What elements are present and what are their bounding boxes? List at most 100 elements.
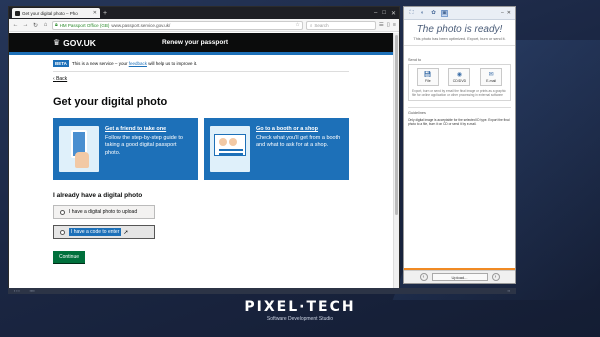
search-placeholder: Search: [314, 22, 329, 28]
send-cd-label: CD/DVD: [452, 79, 467, 83]
brand-logo: PIXEL·TECH: [244, 299, 356, 315]
search-input[interactable]: ⌕ Search: [305, 20, 376, 30]
guidelines-label: Guidelines: [408, 111, 426, 116]
close-window-icon[interactable]: ✕: [391, 10, 396, 17]
app-header: The photo is ready! This photo has been …: [404, 20, 515, 46]
window-controls: – □ ✕: [374, 10, 396, 17]
photo-options-cards: Get a friend to take one Follow the step…: [53, 118, 349, 180]
page-scrollbar[interactable]: [393, 33, 399, 291]
send-to-label: Send to: [408, 58, 422, 62]
new-tab-icon[interactable]: +: [103, 10, 107, 17]
back-link-label: Back: [56, 76, 68, 82]
close-tab-icon[interactable]: ✕: [93, 10, 97, 16]
option-enter-code[interactable]: I have a code to enter ➚: [53, 225, 155, 239]
feedback-link[interactable]: feedback: [129, 61, 147, 66]
send-to-box: 💾︎ File ◉ CD/DVD ✉ E-mail Export, burn o…: [408, 64, 511, 102]
close-window-icon[interactable]: ✕: [507, 10, 511, 16]
export-icon[interactable]: ▣: [441, 9, 448, 17]
send-cd-button[interactable]: ◉ CD/DVD: [448, 68, 471, 86]
continue-button[interactable]: Continue: [53, 251, 85, 263]
beta-text: This is a new service – your feedback wi…: [72, 61, 197, 66]
brand-subtitle: Software Development Studio: [266, 316, 334, 322]
beta-tag: BETA: [53, 60, 69, 67]
sidebar-icon[interactable]: ▯: [387, 22, 390, 28]
enhance-icon[interactable]: ✿: [430, 10, 437, 17]
send-note: Export, burn or send by email the final …: [412, 89, 506, 98]
minimize-icon[interactable]: –: [501, 10, 504, 16]
browser-window: Get your digital photo – Pho ✕ + – □ ✕ ←…: [8, 6, 400, 292]
guidelines-box: Guidelines Only digital image is accepta…: [408, 107, 511, 195]
guidelines-text: Only digital image is acceptable for the…: [408, 118, 510, 127]
taskbar-tray: ▪▪: [507, 289, 510, 293]
upload-button[interactable]: Upload...: [431, 273, 488, 281]
url-organization: HM Passport Office (GB): [59, 22, 110, 28]
main-content: BETA This is a new service – your feedba…: [9, 55, 393, 263]
tab-bar: Get your digital photo – Pho ✕ + – □ ✕: [9, 7, 399, 19]
web-page: ♛ GOV.UK Renew your passport BETA This i…: [9, 33, 393, 291]
card-friend-text: Follow the step-by-step guide to taking …: [105, 135, 183, 156]
minimize-icon[interactable]: –: [374, 10, 377, 17]
crown-icon: ♛: [53, 38, 61, 47]
maximize-icon[interactable]: □: [382, 10, 386, 17]
card-booth[interactable]: Go to a booth or a shop Check what you'l…: [204, 118, 349, 180]
navigation-bar: ← → ↻ ⌂ 🔒︎ HM Passport Office (GB) www.p…: [9, 19, 399, 32]
adjust-icon[interactable]: ◐: [419, 10, 426, 17]
option-upload-label: I have a digital photo to upload: [69, 209, 138, 215]
app-title: The photo is ready!: [416, 24, 503, 35]
app-window-controls: – ✕: [501, 10, 511, 16]
home-icon[interactable]: ⌂: [42, 22, 49, 28]
reload-icon[interactable]: ↻: [32, 22, 39, 29]
library-icon[interactable]: ☰: [379, 22, 384, 28]
card-friend-link[interactable]: Get a friend to take one: [105, 126, 192, 132]
app-footer: ‹ Upload... ›: [404, 270, 515, 283]
beta-banner: BETA This is a new service – your feedba…: [53, 60, 349, 72]
page-title: Get your digital photo: [53, 96, 168, 108]
next-step-icon[interactable]: ›: [491, 273, 500, 281]
back-link[interactable]: ‹ Back: [53, 76, 67, 82]
option-code-label: I have a code to enter: [69, 228, 122, 236]
send-file-label: File: [425, 79, 431, 83]
address-bar[interactable]: 🔒︎ HM Passport Office (GB) www.passport.…: [52, 20, 303, 30]
browser-tab[interactable]: Get your digital photo – Pho ✕: [12, 8, 100, 18]
menu-icon[interactable]: ≡: [393, 22, 396, 28]
back-arrow-icon[interactable]: ←: [12, 22, 19, 28]
photo-app-panel: ⛶ ◐ ✿ ▣ – ✕ The photo is ready! This pho…: [403, 6, 516, 284]
radio-icon[interactable]: [60, 209, 65, 215]
govuk-favicon-icon: [15, 10, 20, 16]
previous-step-icon[interactable]: ‹: [419, 273, 428, 281]
url-path: www.passport.service.gov.uk/: [111, 22, 171, 28]
send-email-label: E-mail: [486, 79, 497, 83]
bookmark-star-icon[interactable]: ☆: [295, 22, 299, 28]
taskbar-item[interactable]: ▪▪▪▪: [30, 289, 35, 293]
tab-title: Get your digital photo – Pho: [22, 10, 78, 16]
card-friend[interactable]: Get a friend to take one Follow the step…: [53, 118, 198, 180]
save-icon: 💾︎: [424, 72, 432, 78]
app-subtitle: This photo has been optimized. Export, b…: [413, 37, 506, 41]
beta-text-pre: This is a new service – your: [71, 61, 129, 66]
lock-icon: 🔒︎: [55, 22, 58, 28]
card-booth-link[interactable]: Go to a booth or a shop: [256, 126, 343, 132]
scrollbar-thumb[interactable]: [395, 35, 398, 215]
disc-icon: ◉: [456, 72, 463, 78]
taskbar: ▪ ▪ ▪ ▪▪▪▪ ▪▪: [8, 288, 516, 294]
beta-text-post: will help us to improve it.: [146, 61, 198, 66]
card-booth-text: Check what you'll get from a booth and w…: [256, 135, 341, 149]
service-name[interactable]: Renew your passport: [162, 39, 228, 46]
forward-arrow-icon[interactable]: →: [22, 22, 29, 28]
send-email-button[interactable]: ✉ E-mail: [480, 68, 503, 86]
mouse-cursor-icon: ➚: [123, 229, 129, 236]
taskbar-item[interactable]: ▪ ▪ ▪: [14, 289, 20, 293]
mail-icon: ✉: [488, 72, 494, 78]
govuk-logo[interactable]: GOV.UK: [63, 38, 96, 48]
brand-watermark: PIXEL·TECH Software Development Studio: [0, 299, 600, 322]
send-buttons: 💾︎ File ◉ CD/DVD ✉ E-mail: [412, 68, 507, 86]
option-upload-photo[interactable]: I have a digital photo to upload: [53, 205, 155, 219]
send-file-button[interactable]: 💾︎ File: [416, 68, 439, 86]
crop-icon[interactable]: ⛶: [408, 10, 415, 17]
card-body: Get a friend to take one Follow the step…: [105, 126, 192, 172]
search-icon: ⌕: [309, 22, 313, 28]
already-have-heading: I already have a digital photo: [53, 192, 143, 199]
radio-icon[interactable]: [60, 229, 65, 235]
photo-booth-illustration-icon: [210, 126, 250, 172]
browser-toolbar: ☰ ▯ ≡: [379, 22, 396, 28]
